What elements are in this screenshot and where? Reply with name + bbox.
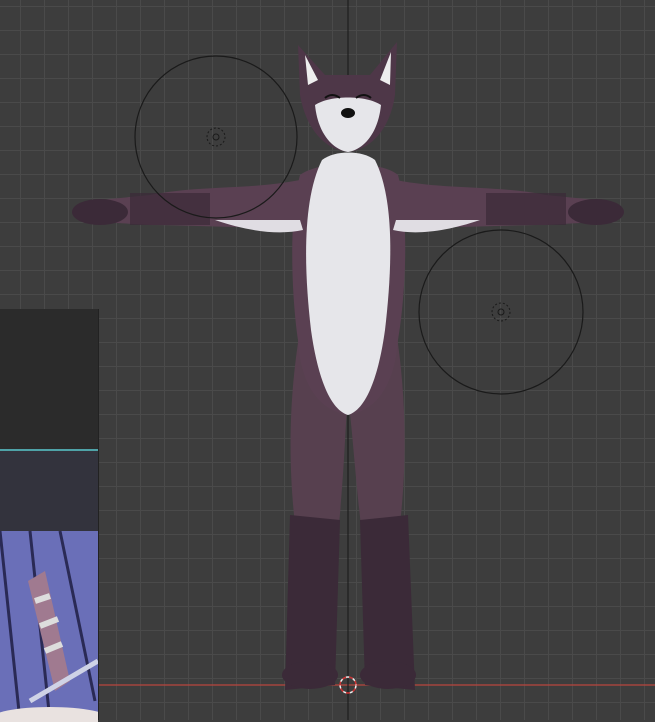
reference-image bbox=[0, 449, 98, 722]
light-right[interactable] bbox=[418, 229, 584, 395]
side-panel[interactable] bbox=[0, 309, 99, 722]
